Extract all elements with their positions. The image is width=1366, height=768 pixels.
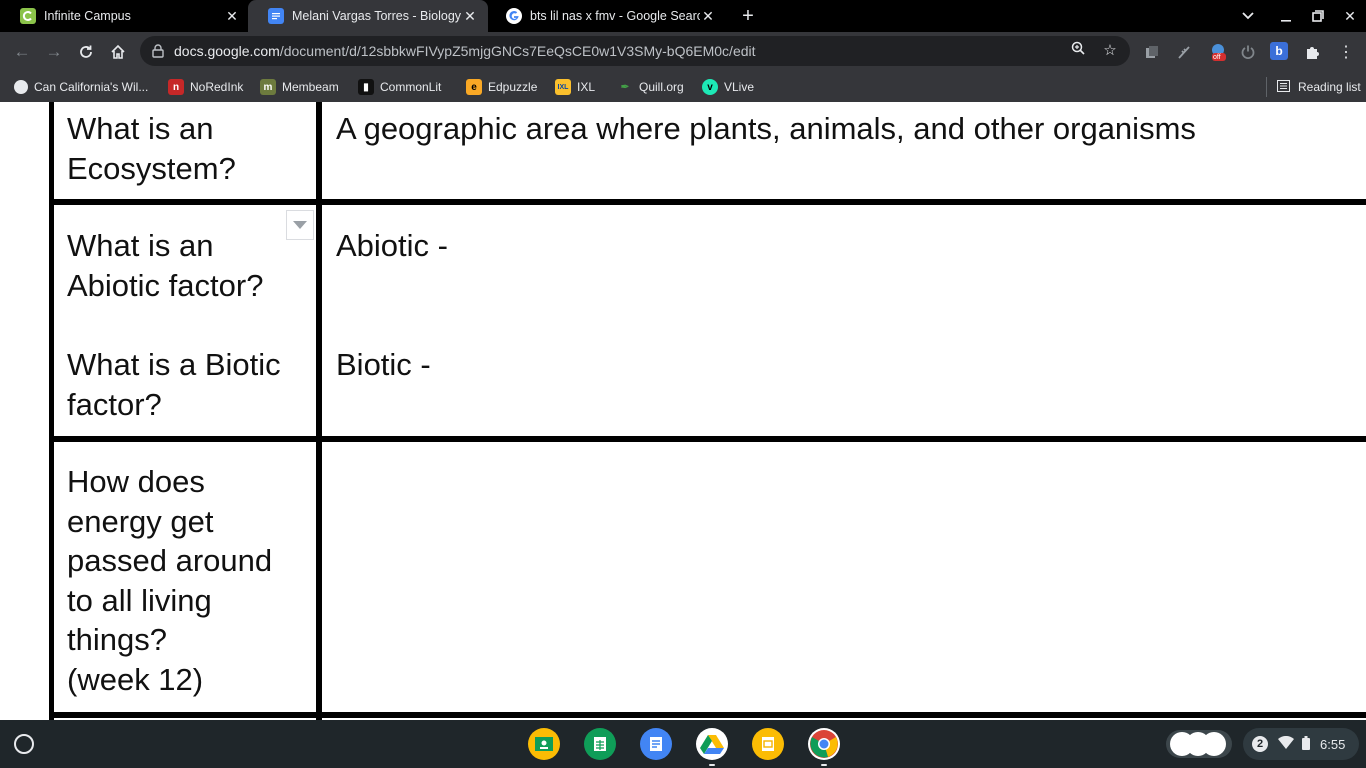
close-tab-icon[interactable]: ✕ bbox=[224, 8, 240, 25]
tab-infinite-campus[interactable]: Infinite Campus ✕ bbox=[0, 0, 250, 32]
quill-icon: ✒ bbox=[620, 81, 630, 93]
google-docs-icon bbox=[268, 8, 284, 24]
bookmark-label: Membeam bbox=[282, 80, 339, 94]
tab-search-chevron-icon[interactable] bbox=[1232, 0, 1264, 32]
table-cell-question[interactable]: What is an Abiotic factor? bbox=[67, 226, 312, 305]
reload-button[interactable] bbox=[72, 38, 100, 66]
bookmark-label: Can California's Wil... bbox=[34, 80, 149, 94]
membean-icon: m bbox=[260, 79, 276, 95]
url-host: docs.google.com bbox=[174, 43, 280, 59]
table-row-divider bbox=[49, 199, 1366, 205]
vlive-icon: v bbox=[702, 79, 718, 95]
extension-off-icon[interactable]: off bbox=[1208, 42, 1228, 62]
address-bar[interactable]: docs.google.com/document/d/12sbbkwFIVypZ… bbox=[140, 36, 1130, 66]
bookmark-label: Edpuzzle bbox=[488, 80, 538, 94]
tab-title: bts lil nas x fmv - Google Search bbox=[530, 9, 700, 23]
restore-button[interactable] bbox=[1302, 0, 1334, 32]
bookmarks-bar: Can California's Wil... n NoRedInk m Mem… bbox=[0, 72, 1366, 102]
tab-title: Melani Vargas Torres - Biology 1 bbox=[292, 9, 462, 23]
table-cell-answer[interactable]: Biotic - bbox=[336, 345, 431, 385]
google-docs-icon[interactable] bbox=[640, 728, 672, 760]
browser-toolbar: ← → docs.google.com/document/d/12sbbkwFI… bbox=[0, 32, 1366, 72]
tab-title: Infinite Campus bbox=[44, 9, 131, 23]
google-classroom-icon[interactable] bbox=[528, 728, 560, 760]
holding-space-thumbnail bbox=[1202, 732, 1226, 756]
extension-stack-icon[interactable] bbox=[1142, 42, 1162, 62]
infinite-campus-icon bbox=[20, 8, 36, 24]
google-icon bbox=[506, 8, 522, 24]
bookmark-label: CommonLit bbox=[380, 80, 442, 94]
table-column-divider bbox=[316, 102, 322, 720]
table-row-divider bbox=[49, 712, 1366, 718]
edpuzzle-icon: e bbox=[466, 79, 482, 95]
commonlit-icon: ▮ bbox=[358, 79, 374, 95]
tab-strip: Infinite Campus ✕ Melani Vargas Torres -… bbox=[0, 0, 1366, 32]
close-tab-icon[interactable]: ✕ bbox=[700, 8, 716, 25]
bookmark-item[interactable]: ✒ Quill.org bbox=[617, 77, 684, 97]
site-info-icon[interactable] bbox=[152, 44, 164, 58]
bookmark-item[interactable]: ▮ CommonLit bbox=[358, 77, 441, 97]
reading-list-label: Reading list bbox=[1298, 80, 1361, 94]
table-cell-question[interactable]: How does energy get passed around to all… bbox=[67, 462, 312, 699]
tab-google-search[interactable]: bts lil nas x fmv - Google Search ✕ bbox=[486, 0, 726, 32]
table-cell-answer[interactable]: Abiotic - bbox=[336, 226, 448, 266]
extension-badge: off bbox=[1213, 54, 1221, 61]
url-path: /document/d/12sbbkwFIVypZ5mjgGNCs7EeQsCE… bbox=[279, 43, 756, 59]
chrome-icon[interactable] bbox=[808, 728, 840, 760]
ixl-icon: IXL bbox=[555, 79, 571, 95]
chromeos-shelf: 2 6:55 bbox=[0, 720, 1366, 768]
bookmark-label: NoRedInk bbox=[190, 80, 244, 94]
extension-b-icon[interactable]: b bbox=[1270, 42, 1288, 60]
google-slides-icon[interactable] bbox=[752, 728, 784, 760]
bookmark-item[interactable]: IXL IXL bbox=[555, 77, 595, 97]
bookmark-item[interactable]: Can California's Wil... bbox=[14, 77, 148, 97]
google-drive-icon[interactable] bbox=[696, 728, 728, 760]
extension-feather-icon[interactable] bbox=[1174, 42, 1194, 62]
power-icon[interactable] bbox=[1238, 42, 1258, 62]
web-icon bbox=[14, 80, 28, 94]
bookmark-label: Quill.org bbox=[639, 80, 684, 94]
table-row-divider bbox=[49, 436, 1366, 442]
bookmark-label: VLive bbox=[724, 80, 755, 94]
tab-google-docs[interactable]: Melani Vargas Torres - Biology 1 ✕ bbox=[248, 0, 488, 32]
wifi-icon bbox=[1278, 735, 1294, 752]
home-button[interactable] bbox=[104, 38, 132, 66]
bookmark-item[interactable]: v VLive bbox=[702, 77, 754, 97]
bookmark-label: IXL bbox=[577, 80, 596, 94]
google-sheets-icon[interactable] bbox=[584, 728, 616, 760]
table-left-border bbox=[49, 102, 54, 720]
battery-icon bbox=[1302, 735, 1310, 753]
status-tray[interactable]: 2 6:55 bbox=[1243, 728, 1359, 760]
table-cell-question[interactable]: What is a Biotic factor? bbox=[67, 345, 312, 424]
bookmark-item[interactable]: m Membeam bbox=[260, 77, 339, 97]
bookmark-star-icon[interactable]: ☆ bbox=[1100, 41, 1120, 61]
holding-space-tray[interactable] bbox=[1166, 730, 1232, 758]
extensions-puzzle-icon[interactable] bbox=[1302, 42, 1322, 62]
forward-button[interactable]: → bbox=[40, 38, 68, 66]
reading-list-icon bbox=[1277, 79, 1290, 95]
close-tab-icon[interactable]: ✕ bbox=[462, 8, 478, 25]
new-tab-button[interactable]: + bbox=[736, 4, 760, 28]
table-cell-answer[interactable]: A geographic area where plants, animals,… bbox=[336, 109, 1196, 149]
zoom-icon[interactable] bbox=[1068, 41, 1088, 61]
app-running-indicator bbox=[821, 764, 827, 766]
close-window-button[interactable]: ✕ bbox=[1334, 0, 1366, 32]
notification-count-badge: 2 bbox=[1252, 736, 1268, 752]
menu-kebab-icon[interactable]: ⋮ bbox=[1336, 42, 1356, 62]
launcher-button[interactable] bbox=[14, 734, 34, 754]
reading-list-button[interactable]: Reading list bbox=[1266, 77, 1361, 97]
app-running-indicator bbox=[709, 764, 715, 766]
table-cell-question[interactable]: What is an Ecosystem? bbox=[67, 109, 312, 188]
bookmark-item[interactable]: e Edpuzzle bbox=[466, 77, 537, 97]
document-canvas[interactable]: What is an Ecosystem? A geographic area … bbox=[0, 102, 1366, 720]
clock: 6:55 bbox=[1320, 736, 1346, 752]
minimize-button[interactable] bbox=[1270, 0, 1302, 32]
noredink-icon: n bbox=[168, 79, 184, 95]
bookmark-item[interactable]: n NoRedInk bbox=[168, 77, 243, 97]
back-button[interactable]: ← bbox=[8, 38, 36, 66]
